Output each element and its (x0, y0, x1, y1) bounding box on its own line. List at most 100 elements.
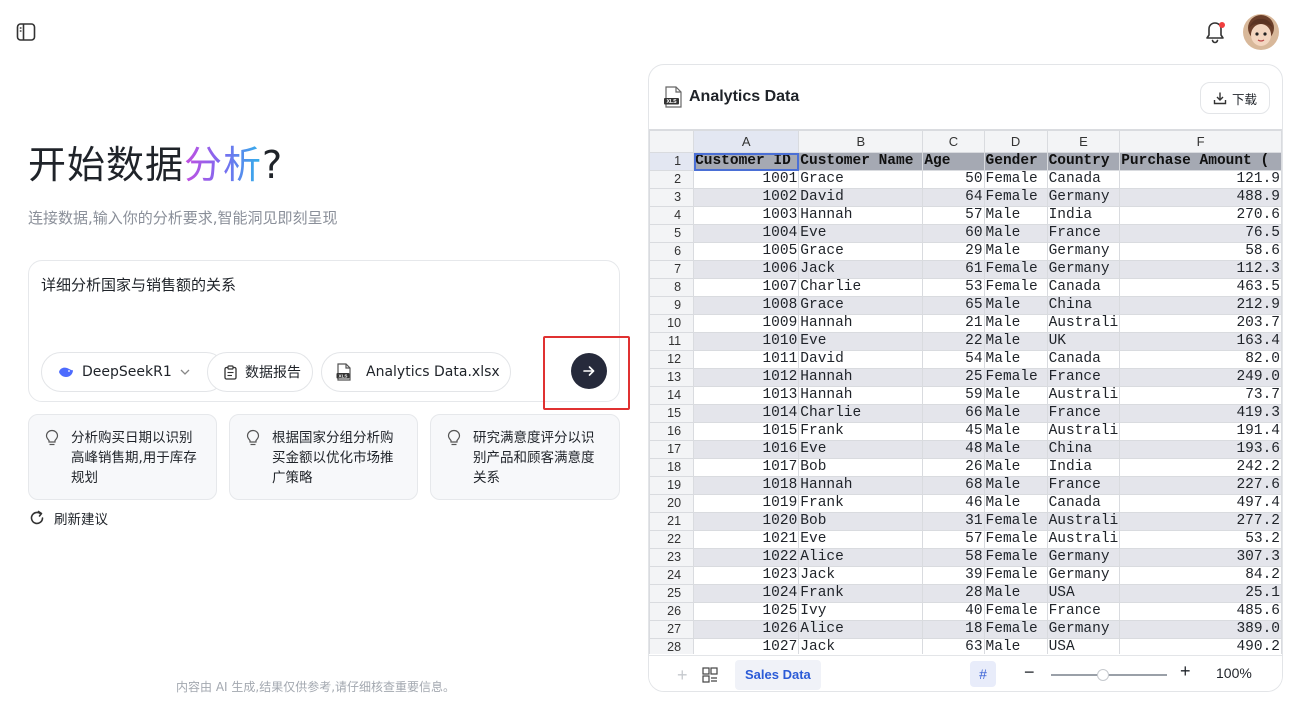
table-cell[interactable]: 212.9 (1119, 296, 1282, 315)
table-cell[interactable]: Female (983, 566, 1048, 585)
header-cell[interactable]: Customer ID (693, 152, 800, 171)
table-cell[interactable]: Australi (1046, 386, 1121, 405)
table-cell[interactable]: Germany (1046, 620, 1121, 639)
table-cell[interactable]: 490.2 (1119, 638, 1282, 654)
table-cell[interactable]: Eve (798, 440, 924, 459)
table-cell[interactable]: 1005 (693, 242, 800, 261)
table-cell[interactable]: 1024 (693, 584, 800, 603)
table-cell[interactable]: Female (983, 548, 1048, 567)
table-cell[interactable]: Australi (1046, 530, 1121, 549)
table-cell[interactable]: Male (983, 350, 1048, 369)
table-cell[interactable]: 1025 (693, 602, 800, 621)
table-cell[interactable]: India (1046, 206, 1121, 225)
table-cell[interactable]: Male (983, 422, 1048, 441)
table-cell[interactable]: Germany (1046, 260, 1121, 279)
table-cell[interactable]: Ivy (798, 602, 924, 621)
table-cell[interactable]: 1023 (693, 566, 800, 585)
table-cell[interactable]: 63 (922, 638, 985, 654)
row-header[interactable]: 17 (649, 440, 695, 459)
table-cell[interactable]: 1001 (693, 170, 800, 189)
table-cell[interactable]: Male (983, 386, 1048, 405)
table-cell[interactable]: 463.5 (1119, 278, 1282, 297)
table-cell[interactable]: 53.2 (1119, 530, 1282, 549)
table-cell[interactable]: 26 (922, 458, 985, 477)
table-cell[interactable]: 68 (922, 476, 985, 495)
row-header[interactable]: 13 (649, 368, 695, 387)
table-cell[interactable]: 1013 (693, 386, 800, 405)
table-cell[interactable]: Jack (798, 566, 924, 585)
table-cell[interactable]: 57 (922, 206, 985, 225)
table-cell[interactable]: Male (983, 404, 1048, 423)
column-header-d[interactable]: D (983, 130, 1048, 153)
suggestion-card[interactable]: 分析购买日期以识别高峰销售期,用于库存规划 (28, 414, 217, 500)
prompt-composer[interactable]: 详细分析国家与销售额的关系 DeepSeekR1 数据报告 XLS Analyt… (28, 260, 620, 402)
table-cell[interactable]: 1014 (693, 404, 800, 423)
table-cell[interactable]: Grace (798, 242, 924, 261)
table-cell[interactable]: 1027 (693, 638, 800, 654)
table-cell[interactable]: Male (983, 296, 1048, 315)
row-header[interactable]: 4 (649, 206, 695, 225)
table-cell[interactable]: 45 (922, 422, 985, 441)
table-cell[interactable]: 1004 (693, 224, 800, 243)
table-cell[interactable]: Male (983, 584, 1048, 603)
table-cell[interactable]: 73.7 (1119, 386, 1282, 405)
table-cell[interactable]: USA (1046, 584, 1121, 603)
notification-bell-icon[interactable] (1202, 18, 1228, 46)
table-cell[interactable]: 307.3 (1119, 548, 1282, 567)
column-header-e[interactable]: E (1046, 130, 1121, 153)
user-avatar[interactable] (1243, 14, 1279, 50)
table-cell[interactable]: 1012 (693, 368, 800, 387)
table-cell[interactable]: 163.4 (1119, 332, 1282, 351)
table-cell[interactable]: 31 (922, 512, 985, 531)
table-cell[interactable]: Male (983, 242, 1048, 261)
row-header[interactable]: 7 (649, 260, 695, 279)
table-cell[interactable]: 1008 (693, 296, 800, 315)
table-cell[interactable]: 18 (922, 620, 985, 639)
table-cell[interactable]: 497.4 (1119, 494, 1282, 513)
row-header[interactable]: 24 (649, 566, 695, 585)
table-cell[interactable]: USA (1046, 638, 1121, 654)
table-cell[interactable]: 58.6 (1119, 242, 1282, 261)
table-cell[interactable]: David (798, 188, 924, 207)
table-cell[interactable]: Female (983, 278, 1048, 297)
table-cell[interactable]: 29 (922, 242, 985, 261)
table-cell[interactable]: Frank (798, 584, 924, 603)
table-cell[interactable]: Female (983, 530, 1048, 549)
row-header[interactable]: 22 (649, 530, 695, 549)
corner-cell[interactable] (649, 130, 695, 153)
table-cell[interactable]: China (1046, 440, 1121, 459)
zoom-in-button[interactable]: + (1180, 661, 1191, 682)
table-cell[interactable]: Germany (1046, 566, 1121, 585)
row-header[interactable]: 5 (649, 224, 695, 243)
prompt-input[interactable]: 详细分析国家与销售额的关系 (41, 274, 236, 295)
table-cell[interactable]: Hannah (798, 386, 924, 405)
table-cell[interactable]: Male (983, 224, 1048, 243)
table-cell[interactable]: Female (983, 260, 1048, 279)
table-cell[interactable]: 28 (922, 584, 985, 603)
table-cell[interactable]: France (1046, 602, 1121, 621)
table-cell[interactable]: Female (983, 170, 1048, 189)
table-cell[interactable]: Bob (798, 458, 924, 477)
table-cell[interactable]: Hannah (798, 206, 924, 225)
table-cell[interactable]: Alice (798, 620, 924, 639)
sidebar-toggle-icon[interactable] (16, 22, 36, 42)
table-cell[interactable]: 1011 (693, 350, 800, 369)
table-cell[interactable]: 227.6 (1119, 476, 1282, 495)
table-cell[interactable]: 389.0 (1119, 620, 1282, 639)
row-header[interactable]: 25 (649, 584, 695, 603)
table-cell[interactable]: Male (983, 476, 1048, 495)
table-cell[interactable]: 270.6 (1119, 206, 1282, 225)
table-cell[interactable]: 1026 (693, 620, 800, 639)
row-header[interactable]: 19 (649, 476, 695, 495)
table-cell[interactable]: Germany (1046, 242, 1121, 261)
table-cell[interactable]: 54 (922, 350, 985, 369)
table-cell[interactable]: Eve (798, 332, 924, 351)
table-cell[interactable]: 249.0 (1119, 368, 1282, 387)
column-header-c[interactable]: C (922, 130, 985, 153)
row-header[interactable]: 3 (649, 188, 695, 207)
table-cell[interactable]: Eve (798, 530, 924, 549)
table-cell[interactable]: Canada (1046, 278, 1121, 297)
table-cell[interactable]: 1020 (693, 512, 800, 531)
table-cell[interactable]: 21 (922, 314, 985, 333)
row-header[interactable]: 27 (649, 620, 695, 639)
